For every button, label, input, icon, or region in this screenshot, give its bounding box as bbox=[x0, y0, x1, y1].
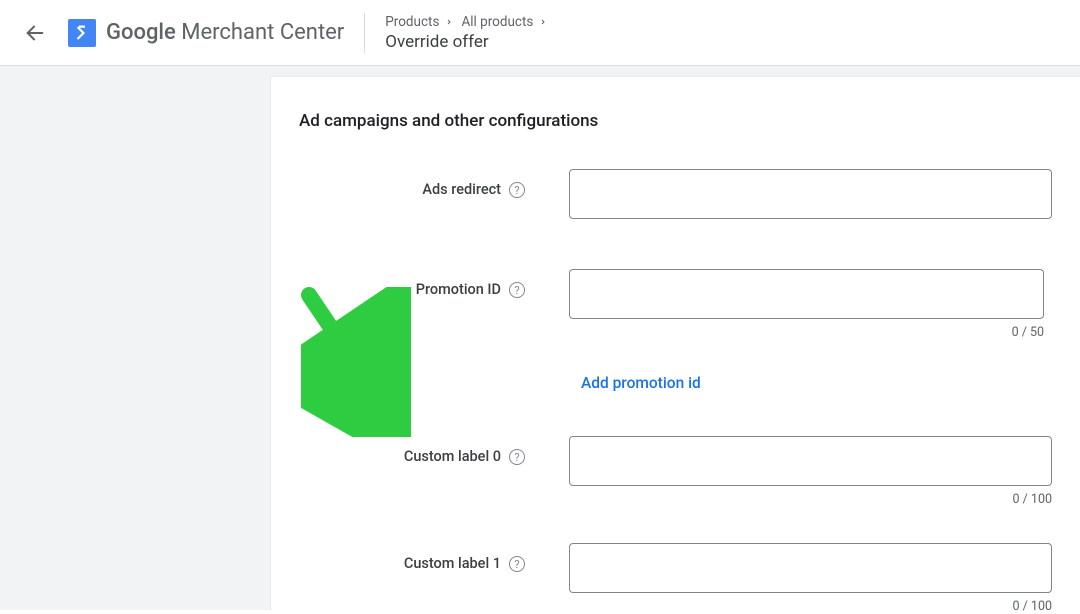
breadcrumb-item[interactable]: Products bbox=[385, 14, 439, 30]
divider bbox=[364, 13, 365, 53]
chevron-right-icon bbox=[445, 17, 455, 27]
breadcrumb-region: Products All products Override offer bbox=[385, 14, 549, 52]
promotion-id-input[interactable] bbox=[569, 269, 1044, 319]
promotion-id-counter: 0 / 50 bbox=[569, 325, 1044, 340]
chevron-right-icon bbox=[539, 17, 549, 27]
app-title: Google Merchant Center bbox=[106, 20, 344, 45]
row-custom-label-0: Custom label 0 ? 0 / 100 bbox=[299, 436, 1052, 507]
help-icon[interactable]: ? bbox=[509, 282, 525, 298]
ads-redirect-input[interactable] bbox=[569, 169, 1052, 219]
section-title: Ad campaigns and other configurations bbox=[299, 111, 1052, 131]
add-promotion-id-link[interactable]: Add promotion id bbox=[569, 374, 701, 392]
label-custom-label-0: Custom label 0 bbox=[404, 448, 501, 465]
page-title: Override offer bbox=[385, 32, 549, 52]
custom-label-0-counter: 0 / 100 bbox=[569, 492, 1052, 507]
help-icon[interactable]: ? bbox=[509, 449, 525, 465]
row-custom-label-1: Custom label 1 ? 0 / 100 bbox=[299, 543, 1052, 614]
main-region: Ad campaigns and other configurations Ad… bbox=[0, 66, 1080, 610]
row-ads-redirect: Ads redirect ? bbox=[299, 169, 1052, 219]
label-promotion-id: Promotion ID bbox=[416, 281, 501, 298]
breadcrumb: Products All products bbox=[385, 14, 549, 30]
back-button[interactable] bbox=[22, 20, 48, 46]
help-icon[interactable]: ? bbox=[509, 182, 525, 198]
custom-label-0-input[interactable] bbox=[569, 436, 1052, 486]
form-panel: Ad campaigns and other configurations Ad… bbox=[270, 76, 1080, 610]
help-icon[interactable]: ? bbox=[509, 556, 525, 572]
app-header: Google Merchant Center Products All prod… bbox=[0, 0, 1080, 66]
custom-label-1-input[interactable] bbox=[569, 543, 1052, 593]
label-ads-redirect: Ads redirect bbox=[422, 181, 501, 198]
app-logo: Google Merchant Center bbox=[68, 19, 344, 47]
custom-label-1-counter: 0 / 100 bbox=[569, 599, 1052, 614]
arrow-left-icon bbox=[24, 22, 46, 44]
breadcrumb-item[interactable]: All products bbox=[461, 14, 533, 30]
row-promotion-id: Promotion ID ? 0 / 50 bbox=[299, 269, 1052, 340]
label-custom-label-1: Custom label 1 bbox=[404, 555, 501, 572]
merchant-center-icon bbox=[68, 19, 96, 47]
